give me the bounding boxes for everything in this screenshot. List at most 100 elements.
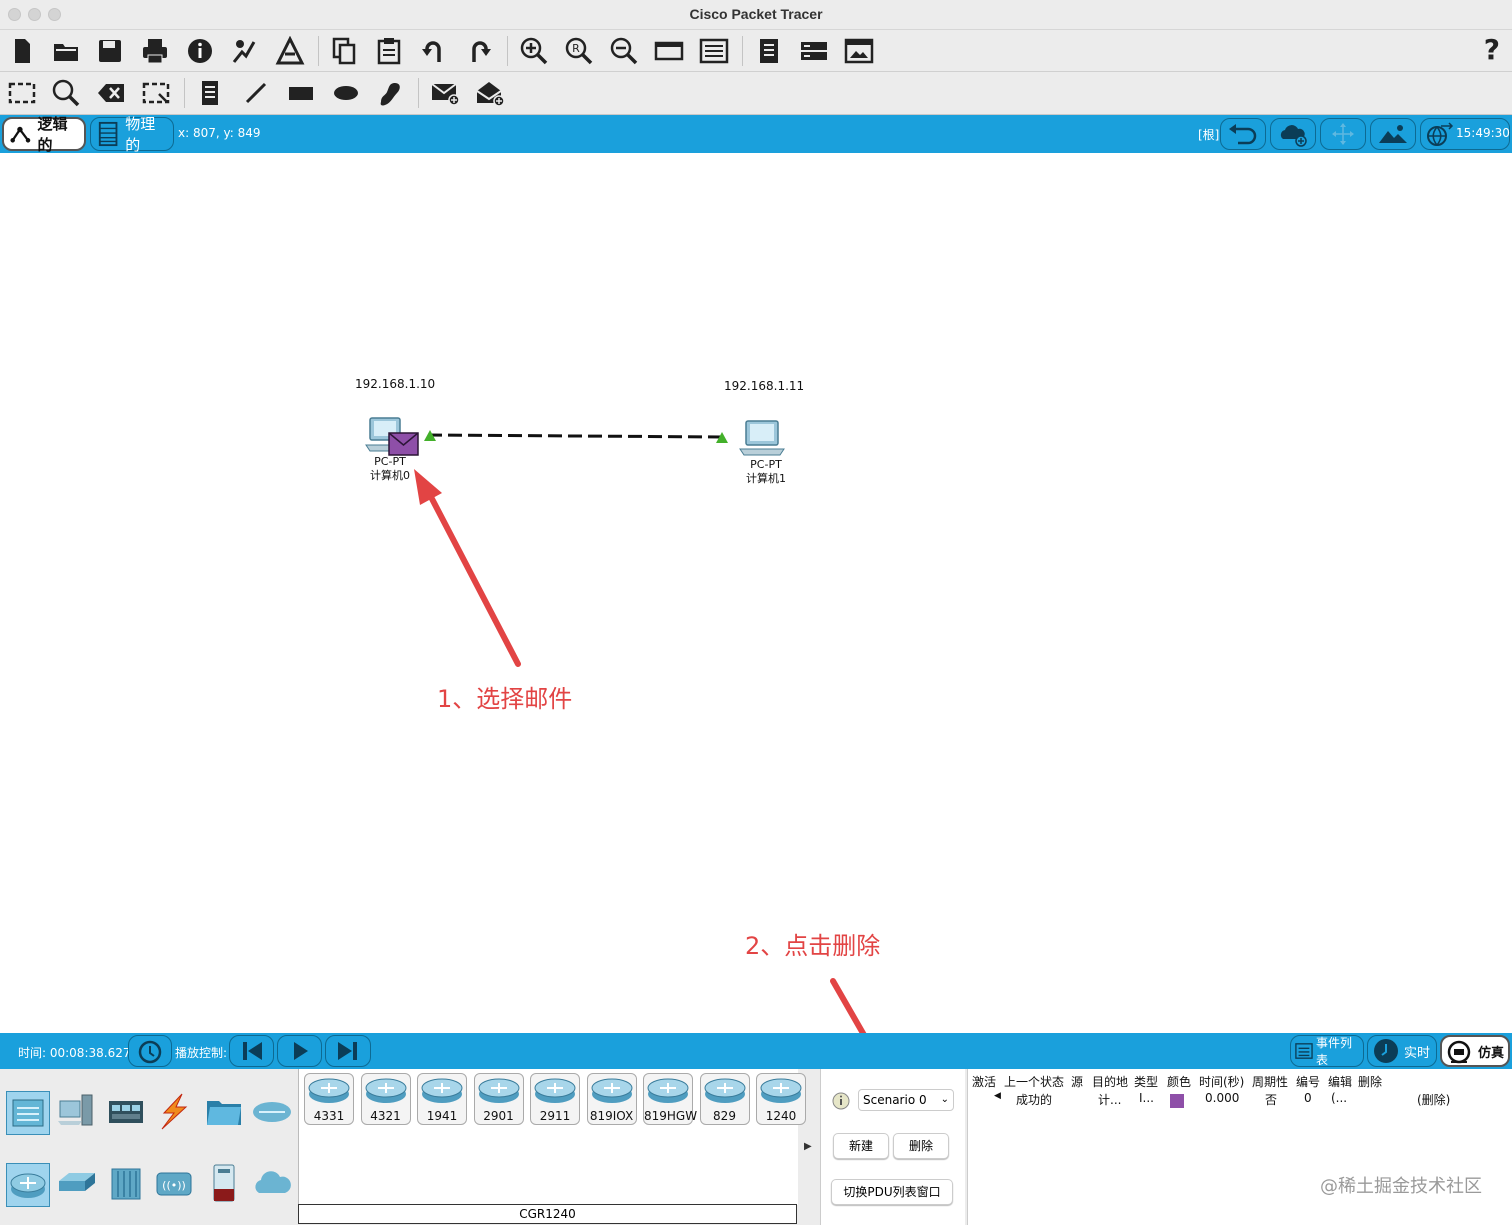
step-back-button[interactable] bbox=[229, 1035, 274, 1067]
row-delete-button[interactable]: (删除) bbox=[1417, 1091, 1450, 1108]
activity-wizard-icon[interactable] bbox=[227, 33, 263, 69]
device-model-item[interactable]: 829 bbox=[699, 1073, 750, 1125]
row-active-indicator-icon[interactable]: ◀ bbox=[994, 1091, 1001, 1101]
device-model-label: 4331 bbox=[313, 1109, 345, 1123]
logical-workspace[interactable]: 192.168.1.10 192.168.1.11 PC-PT 计算机0 PC-… bbox=[0, 153, 1512, 1033]
collapse-panel-arrow-icon[interactable]: ▶ bbox=[804, 1141, 812, 1152]
pdu-column-header[interactable]: 颜色 bbox=[1167, 1073, 1191, 1090]
print-icon[interactable] bbox=[137, 33, 173, 69]
custom-device-icon[interactable] bbox=[272, 33, 308, 69]
device-model-list: 4331 4321 1941 2901 2911 819IOX 819HGW 829 1240 bbox=[298, 1069, 806, 1205]
new-file-icon[interactable] bbox=[4, 33, 40, 69]
pdu-list-icon[interactable] bbox=[751, 33, 787, 69]
new-cluster-button[interactable] bbox=[1270, 118, 1316, 150]
new-scenario-button[interactable]: 新建 bbox=[833, 1133, 889, 1159]
drawing-palette-icon[interactable] bbox=[651, 33, 687, 69]
device-model-item[interactable]: 4321 bbox=[360, 1073, 411, 1125]
pdu-column-header[interactable]: 目的地 bbox=[1092, 1073, 1128, 1090]
subcategory-wan-emulation[interactable] bbox=[250, 1161, 294, 1205]
subcategory-routers[interactable] bbox=[6, 1163, 50, 1207]
scenario-select[interactable]: Scenario 0 ⌄ bbox=[858, 1089, 954, 1111]
root-label: [根] bbox=[1198, 128, 1220, 142]
pdu-column-header[interactable]: 类型 bbox=[1134, 1073, 1158, 1090]
category-connections[interactable] bbox=[152, 1089, 196, 1133]
help-icon[interactable]: ? bbox=[1484, 33, 1500, 66]
resize-shape-icon[interactable] bbox=[138, 75, 174, 111]
category-end-devices[interactable] bbox=[54, 1089, 98, 1133]
logical-topology-icon bbox=[10, 126, 31, 143]
tab-logical[interactable]: 逻辑的 bbox=[2, 115, 86, 154]
router-icon bbox=[534, 1078, 576, 1103]
device-model-label: 2911 bbox=[539, 1109, 571, 1123]
pdu-column-header[interactable]: 上一个状态 bbox=[1004, 1073, 1064, 1090]
category-components[interactable] bbox=[104, 1089, 148, 1133]
simulation-mode-button[interactable]: 仿真 bbox=[1440, 1035, 1510, 1067]
pdu-column-header[interactable]: 删除 bbox=[1358, 1073, 1382, 1090]
device-model-item[interactable]: 1240 bbox=[756, 1073, 806, 1125]
row-edit-button[interactable]: (... bbox=[1331, 1091, 1347, 1105]
category-miscellaneous[interactable] bbox=[202, 1089, 246, 1133]
toggle-pdu-list-button[interactable]: 切换PDU列表窗口 bbox=[831, 1179, 953, 1205]
subcategory-wireless[interactable]: ((•)) bbox=[152, 1161, 196, 1205]
image-icon[interactable] bbox=[841, 33, 877, 69]
draw-line-icon[interactable] bbox=[238, 75, 274, 111]
custom-devices-dialog-icon[interactable] bbox=[696, 33, 732, 69]
device-model-item[interactable]: 2911 bbox=[530, 1073, 580, 1125]
select-tool-icon[interactable] bbox=[4, 75, 40, 111]
draw-rectangle-icon[interactable] bbox=[283, 75, 319, 111]
draw-ellipse-icon[interactable] bbox=[328, 75, 364, 111]
pc0-name: 计算机0 bbox=[370, 469, 410, 482]
event-list-button[interactable]: 事件列表 bbox=[1290, 1035, 1364, 1067]
device-model-item[interactable]: 4331 bbox=[304, 1073, 354, 1125]
play-button[interactable] bbox=[277, 1035, 322, 1067]
pc1-device-icon[interactable] bbox=[739, 420, 785, 456]
freeform-icon[interactable] bbox=[372, 75, 408, 111]
place-note-icon[interactable] bbox=[192, 75, 228, 111]
realtime-mode-button[interactable]: 实时 bbox=[1367, 1035, 1437, 1067]
redo-icon[interactable] bbox=[461, 33, 497, 69]
tab-physical[interactable]: 物理的 bbox=[90, 115, 174, 154]
network-info-icon[interactable] bbox=[796, 33, 832, 69]
device-model-item[interactable]: 819IOX bbox=[586, 1073, 637, 1125]
device-model-item[interactable]: 2901 bbox=[473, 1073, 524, 1125]
category-network-devices[interactable] bbox=[6, 1091, 50, 1135]
copy-icon[interactable] bbox=[326, 33, 362, 69]
event-list-icon bbox=[1295, 1043, 1313, 1059]
play-icon bbox=[293, 1042, 308, 1060]
pdu-column-header[interactable]: 编辑 bbox=[1328, 1073, 1352, 1090]
zoom-out-icon[interactable] bbox=[606, 33, 642, 69]
pdu-column-header[interactable]: 周期性 bbox=[1252, 1073, 1288, 1090]
delete-scenario-button[interactable]: 删除 bbox=[893, 1133, 949, 1159]
device-model-item[interactable]: 819HGW bbox=[643, 1073, 697, 1125]
zoom-reset-icon[interactable]: R bbox=[561, 33, 597, 69]
inspect-tool-icon[interactable] bbox=[48, 75, 84, 111]
power-cycle-button[interactable] bbox=[128, 1035, 172, 1067]
paste-icon[interactable] bbox=[371, 33, 407, 69]
device-model-item[interactable]: 1941 bbox=[417, 1073, 467, 1125]
save-icon[interactable] bbox=[92, 33, 128, 69]
category-multiuser[interactable] bbox=[250, 1089, 294, 1133]
pdu-column-header[interactable]: 时间(秒) bbox=[1199, 1073, 1244, 1090]
step-forward-button[interactable] bbox=[325, 1035, 371, 1067]
undo-icon[interactable] bbox=[416, 33, 452, 69]
components-icon bbox=[109, 1101, 143, 1123]
subcategory-security[interactable] bbox=[202, 1161, 246, 1205]
cloud-add-icon bbox=[1280, 125, 1307, 147]
zoom-in-icon[interactable] bbox=[516, 33, 552, 69]
info-icon[interactable] bbox=[182, 33, 218, 69]
set-background-button[interactable] bbox=[1370, 118, 1416, 150]
add-complex-pdu-icon[interactable] bbox=[472, 75, 508, 111]
open-folder-icon[interactable] bbox=[48, 33, 84, 69]
subcategory-hubs[interactable] bbox=[104, 1161, 148, 1205]
pdu-envelope-icon[interactable] bbox=[388, 432, 419, 456]
subcategory-switches[interactable] bbox=[54, 1161, 98, 1205]
pdu-column-header[interactable]: 激活 bbox=[972, 1073, 996, 1090]
pdu-column-header[interactable]: 源 bbox=[1071, 1073, 1083, 1090]
delete-tool-icon[interactable] bbox=[93, 75, 129, 111]
move-object-button[interactable] bbox=[1320, 118, 1366, 150]
add-simple-pdu-icon[interactable] bbox=[427, 75, 463, 111]
pdu-column-header[interactable]: 编号 bbox=[1296, 1073, 1320, 1090]
ethernet-link[interactable] bbox=[427, 433, 727, 439]
hub-icon bbox=[111, 1168, 141, 1200]
back-button[interactable] bbox=[1220, 118, 1266, 150]
